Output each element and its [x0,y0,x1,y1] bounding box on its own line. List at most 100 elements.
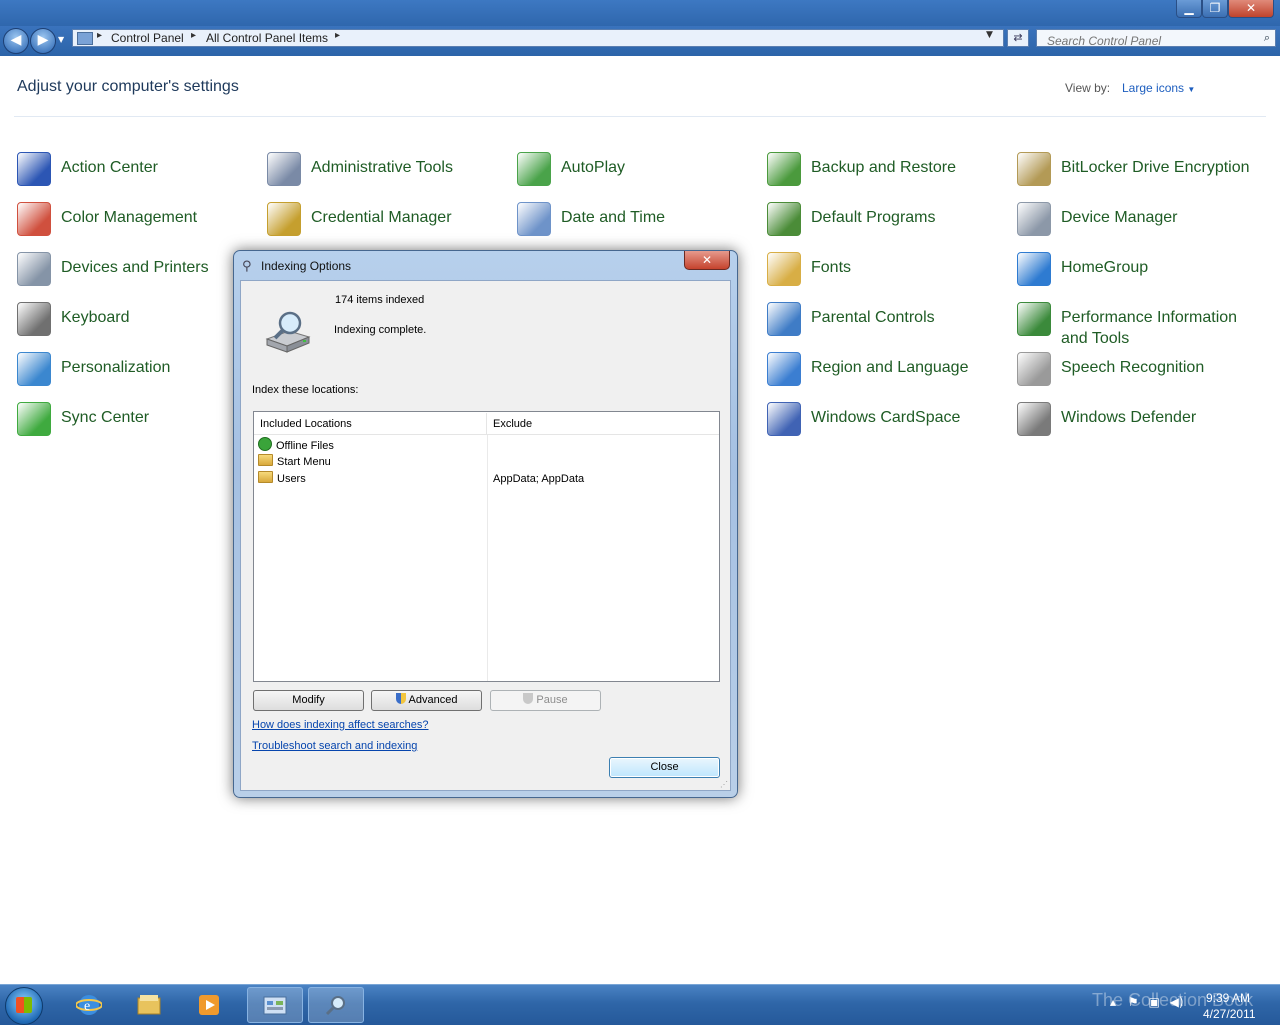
cp-item-backup-and-restore[interactable]: Backup and Restore [767,150,1017,196]
list-item[interactable]: Users [258,471,306,488]
window-titlebar: ▁ ❐ ✕ [0,0,1280,26]
column-header-included[interactable]: Included Locations [254,413,487,435]
control-panel-icon [263,996,287,1015]
cp-item-label: Devices and Printers [61,259,209,276]
cp-item-administrative-tools[interactable]: Administrative Tools [267,150,517,196]
clock-time[interactable]: 9:39 AM [1206,991,1250,1005]
clock-date[interactable]: 4/27/2011 [1203,1007,1256,1021]
refresh-button[interactable]: ⇄ [1007,29,1029,47]
cp-item-fonts[interactable]: Fonts [767,250,1017,296]
cp-item-sync-center[interactable]: Sync Center [17,400,267,446]
cp-item-device-manager[interactable]: Device Manager [1017,200,1267,246]
taskbar-windows-explorer[interactable] [122,987,178,1023]
window-close-button[interactable]: ✕ [1228,0,1274,18]
indexed-locations-list[interactable]: Included Locations Exclude Offline Files… [253,411,720,682]
dialog-body: 174 items indexed Indexing complete. Ind… [240,280,731,791]
sync-icon [17,402,51,436]
calendar-icon [517,202,551,236]
cp-item-bitlocker-drive-encryption[interactable]: BitLocker Drive Encryption [1017,150,1267,196]
offline-files-icon [258,437,272,451]
resize-grip-icon[interactable]: ⋰ [720,780,728,789]
cp-item-windows-defender[interactable]: Windows Defender [1017,400,1267,446]
cp-item-label: Performance Information and Tools [1061,309,1238,347]
system-tray: ▴ ⚑ ▣ ◀) [1110,995,1184,1009]
action-center-flag-icon[interactable]: ⚑ [1128,995,1139,1009]
breadcrumb-control-panel[interactable]: Control Panel [111,31,184,45]
cp-item-color-management[interactable]: Color Management [17,200,267,246]
cp-item-label: Action Center [61,159,158,176]
recent-pages-dropdown[interactable]: ▼ [58,35,64,44]
dialog-close-x-button[interactable]: ✕ [684,251,730,270]
address-bar[interactable]: ▸ Control Panel ▸ All Control Panel Item… [72,29,1004,47]
windows-logo-icon [16,997,32,1013]
breadcrumb-separator-icon[interactable]: ▸ [191,30,196,41]
minimize-button[interactable]: ▁ [1176,0,1202,18]
location-name: Users [277,473,306,485]
cp-item-autoplay[interactable]: AutoPlay [517,150,767,196]
personalization-icon [17,352,51,386]
taskbar-control-panel[interactable] [247,987,303,1023]
keyboard-icon [17,302,51,336]
cp-item-homegroup[interactable]: HomeGroup [1017,250,1267,296]
folder-icon [258,454,273,466]
taskbar-internet-explorer[interactable]: e [62,987,118,1023]
magnifier-icon: ⚲ [242,259,252,274]
breadcrumb-separator-icon[interactable]: ▸ [335,30,340,41]
cp-item-action-center[interactable]: Action Center [17,150,267,196]
advanced-button[interactable]: Advanced [371,690,482,711]
cp-item-speech-recognition[interactable]: Speech Recognition [1017,350,1267,396]
chevron-down-icon[interactable]: ▼ [1187,85,1195,94]
cp-item-label: HomeGroup [1061,259,1149,276]
view-by-dropdown[interactable]: Large icons ▼ [1122,81,1195,95]
folder-icon [258,471,273,483]
admin-tools-icon [267,152,301,186]
cp-item-label: Default Programs [811,209,936,226]
maximize-button[interactable]: ❐ [1202,0,1228,18]
modify-button[interactable]: Modify [253,690,364,711]
cp-item-label: Backup and Restore [811,159,956,176]
cp-item-credential-manager[interactable]: Credential Manager [267,200,517,246]
breadcrumb-all-items[interactable]: All Control Panel Items [206,31,328,45]
close-button[interactable]: Close [609,757,720,778]
back-button[interactable]: ◀ [3,28,29,54]
list-item[interactable]: Start Menu [258,454,331,471]
address-dropdown-icon[interactable]: ▼ [986,30,993,40]
list-item[interactable]: Offline Files [258,437,334,454]
folder-icon [137,995,161,1015]
column-divider [487,435,488,681]
taskbar-indexing-options[interactable] [308,987,364,1023]
cp-item-performance-information-and-tools[interactable]: Performance Information and Tools [1017,300,1267,347]
pause-button-label: Pause [536,694,568,706]
autoplay-icon [517,152,551,186]
search-input[interactable] [1045,33,1259,49]
internet-explorer-icon: e [76,995,102,1015]
start-button[interactable] [5,987,43,1025]
indexing-help-link[interactable]: How does indexing affect searches? [252,719,429,731]
volume-icon[interactable]: ◀) [1170,995,1184,1009]
cp-item-parental-controls[interactable]: Parental Controls [767,300,1017,346]
bitlocker-icon [1017,152,1051,186]
indexing-status: Indexing complete. [334,324,427,336]
cp-item-label: Fonts [811,259,852,276]
cp-item-devices-and-printers[interactable]: Devices and Printers [17,250,267,296]
network-icon[interactable]: ▣ [1148,995,1159,1009]
cp-item-date-and-time[interactable]: Date and Time [517,200,767,246]
pause-button: Pause [490,690,601,711]
show-hidden-icons-icon[interactable]: ▴ [1110,995,1116,1009]
taskbar-media-player[interactable] [182,987,238,1023]
cp-item-region-and-language[interactable]: Region and Language [767,350,1017,396]
cp-item-default-programs[interactable]: Default Programs [767,200,1017,246]
breadcrumb-separator-icon[interactable]: ▸ [97,30,102,41]
forward-button[interactable]: ▶ [30,28,56,54]
column-header-exclude[interactable]: Exclude [487,413,719,435]
cp-item-keyboard[interactable]: Keyboard [17,300,267,346]
troubleshoot-link[interactable]: Troubleshoot search and indexing [252,740,417,752]
fonts-icon [767,252,801,286]
search-icon[interactable]: ⌕ [1264,31,1270,45]
page-title: Adjust your computer's settings [17,78,239,95]
search-box[interactable]: ⌕ [1036,29,1276,49]
view-by-value[interactable]: Large icons [1122,81,1184,95]
cp-item-personalization[interactable]: Personalization [17,350,267,396]
cp-item-label: Sync Center [61,409,150,426]
cp-item-windows-cardspace[interactable]: Windows CardSpace [767,400,1017,446]
